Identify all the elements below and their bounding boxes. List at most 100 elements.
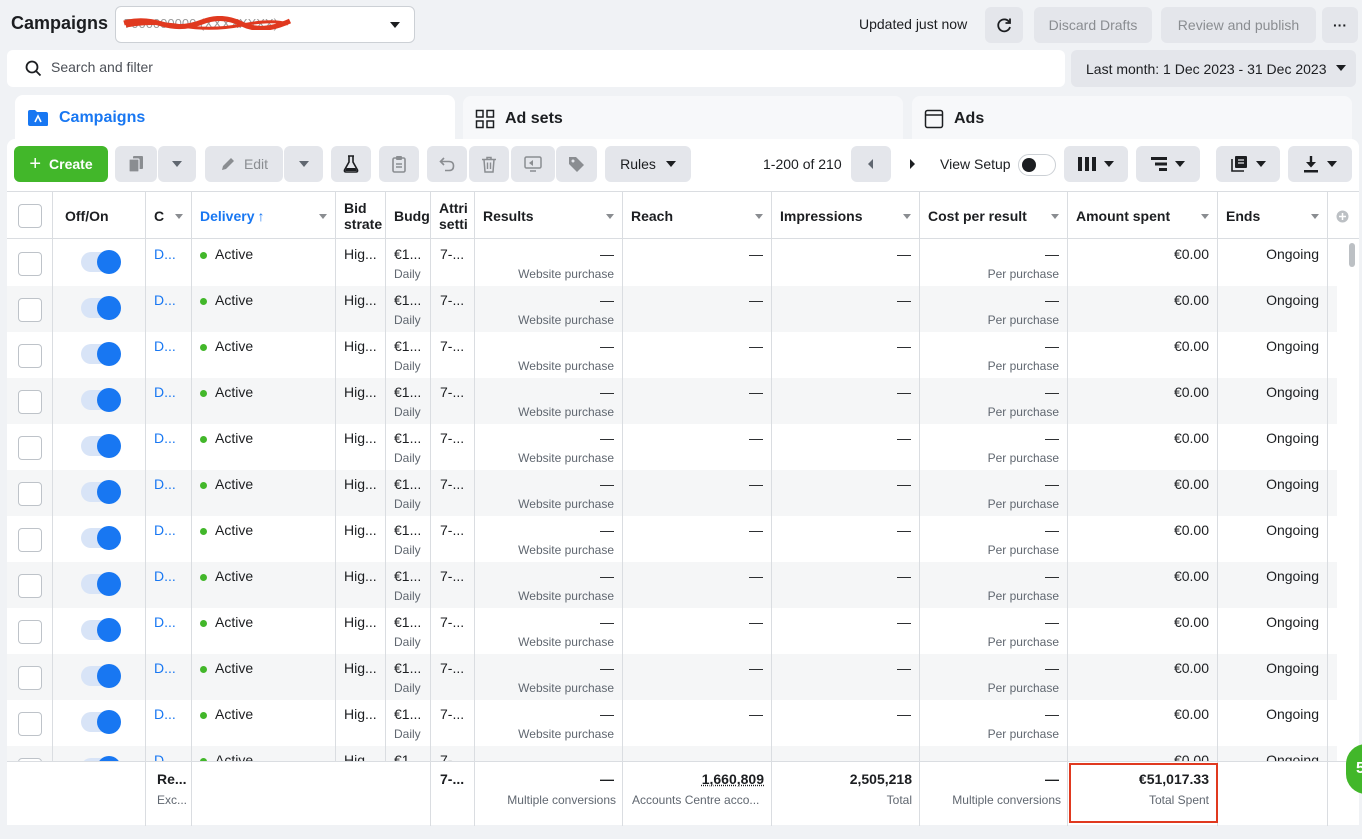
campaign-name-link[interactable]: D... xyxy=(154,338,176,354)
campaign-toggle[interactable] xyxy=(81,528,119,548)
undo-button[interactable] xyxy=(427,146,467,182)
row-checkbox[interactable] xyxy=(18,574,42,598)
campaign-name-link[interactable]: D... xyxy=(154,430,176,446)
duplicate-button[interactable] xyxy=(115,146,157,182)
table-row[interactable]: D...ActiveHig...€1...Daily7-...—Website … xyxy=(7,332,1337,378)
amount-spent-value: €0.00 xyxy=(1174,752,1209,761)
row-checkbox[interactable] xyxy=(18,298,42,322)
campaign-toggle[interactable] xyxy=(81,620,119,640)
next-page-button[interactable] xyxy=(893,146,931,182)
col-impressions[interactable]: Impressions xyxy=(772,192,920,240)
refresh-button[interactable] xyxy=(985,7,1023,43)
rules-dropdown[interactable]: Rules xyxy=(605,146,691,182)
campaign-name-link[interactable]: D... xyxy=(154,522,176,538)
create-button[interactable]: + Create xyxy=(14,146,108,182)
discard-drafts-button[interactable]: Discard Drafts xyxy=(1034,7,1152,43)
duplicate-dropdown[interactable] xyxy=(158,146,196,182)
col-delivery[interactable]: Delivery ↑ xyxy=(192,192,336,240)
campaign-toggle[interactable] xyxy=(81,574,119,594)
table-cell xyxy=(7,470,53,516)
table-row[interactable]: D...ActiveHig...€1...Daily7-...—Website … xyxy=(7,378,1337,424)
table-row[interactable]: D...ActiveHig...€1...Daily7-...—Website … xyxy=(7,746,1337,761)
duplicate-icon xyxy=(128,155,144,173)
tab-campaigns[interactable]: Campaigns xyxy=(15,95,455,140)
edit-dropdown[interactable] xyxy=(284,146,323,182)
review-publish-button[interactable]: Review and publish xyxy=(1161,7,1316,43)
table-cell: €0.00 xyxy=(1068,424,1218,470)
row-checkbox[interactable] xyxy=(18,528,42,552)
row-checkbox[interactable] xyxy=(18,252,42,276)
campaign-name-link[interactable]: D... xyxy=(154,614,176,630)
campaign-name-link[interactable]: D... xyxy=(154,476,176,492)
view-setup-toggle[interactable] xyxy=(1018,154,1056,176)
campaign-toggle[interactable] xyxy=(81,344,119,364)
clipboard-button[interactable] xyxy=(379,146,419,182)
table-row[interactable]: D...ActiveHig...€1...Daily7-...—Website … xyxy=(7,608,1337,654)
table-row[interactable]: D...ActiveHig...€1...Daily7-...—Website … xyxy=(7,286,1337,332)
campaign-toggle[interactable] xyxy=(81,666,119,686)
account-selector[interactable]: 7000000000 (XXXXXXXX) xyxy=(115,6,415,43)
tab-ads[interactable]: Ads xyxy=(912,96,1352,141)
table-row[interactable]: D...ActiveHig...€1...Daily7-...—Website … xyxy=(7,562,1337,608)
row-checkbox[interactable] xyxy=(18,620,42,644)
campaign-name-link[interactable]: D... xyxy=(154,384,176,400)
col-campaign[interactable]: C xyxy=(146,192,192,240)
preview-button[interactable] xyxy=(511,146,555,182)
more-options-button[interactable]: ··· xyxy=(1322,7,1358,43)
col-off-on[interactable]: Off/On xyxy=(53,192,146,240)
row-checkbox[interactable] xyxy=(18,436,42,460)
add-column-button[interactable] xyxy=(1328,192,1359,240)
row-checkbox[interactable] xyxy=(18,390,42,414)
col-cost-per-result[interactable]: Cost per result xyxy=(920,192,1068,240)
campaign-name-link[interactable]: D... xyxy=(154,568,176,584)
campaign-toggle[interactable] xyxy=(81,436,119,456)
tab-ad-sets[interactable]: Ad sets xyxy=(463,96,903,141)
reports-button[interactable] xyxy=(1216,146,1280,182)
table-row[interactable]: D...ActiveHig...€1...Daily7-...—Website … xyxy=(7,470,1337,516)
campaign-name-link[interactable]: D... xyxy=(154,752,176,761)
table-row[interactable]: D...ActiveHig...€1...Daily7-...—Website … xyxy=(7,654,1337,700)
edit-button[interactable]: Edit xyxy=(205,146,283,182)
campaign-toggle[interactable] xyxy=(81,252,119,272)
prev-page-button[interactable] xyxy=(851,146,891,182)
col-bid-strategy[interactable]: Bid strate xyxy=(336,192,386,240)
table-row[interactable]: D...ActiveHig...€1...Daily7-...—Website … xyxy=(7,516,1337,562)
breakdown-button[interactable] xyxy=(1136,146,1200,182)
totals-reach[interactable]: 1,660,809 xyxy=(702,771,764,787)
tag-button[interactable] xyxy=(556,146,597,182)
table-cell xyxy=(7,654,53,700)
vertical-scrollbar[interactable] xyxy=(1349,243,1355,267)
select-all-checkbox[interactable] xyxy=(18,204,42,228)
budget-value: €1... xyxy=(394,476,421,492)
columns-button[interactable] xyxy=(1064,146,1128,182)
table-row[interactable]: D...ActiveHig...€1...Daily7-...—Website … xyxy=(7,700,1337,746)
col-ends[interactable]: Ends xyxy=(1218,192,1328,240)
campaign-name-link[interactable]: D... xyxy=(154,706,176,722)
search-input[interactable] xyxy=(51,59,951,75)
campaign-name-link[interactable]: D... xyxy=(154,292,176,308)
campaign-toggle[interactable] xyxy=(81,298,119,318)
row-checkbox[interactable] xyxy=(18,712,42,736)
export-button[interactable] xyxy=(1288,146,1352,182)
table-cell: 7-... xyxy=(431,286,475,332)
campaign-toggle[interactable] xyxy=(81,390,119,410)
table-row[interactable]: D...ActiveHig...€1...Daily7-...—Website … xyxy=(7,424,1337,470)
row-checkbox[interactable] xyxy=(18,666,42,690)
amount-spent-value: €0.00 xyxy=(1174,384,1209,400)
campaign-toggle[interactable] xyxy=(81,712,119,732)
delete-button[interactable] xyxy=(469,146,509,182)
col-results[interactable]: Results xyxy=(475,192,623,240)
campaign-name-link[interactable]: D... xyxy=(154,246,176,262)
campaign-name-link[interactable]: D... xyxy=(154,660,176,676)
ab-test-button[interactable] xyxy=(331,146,371,182)
date-range-picker[interactable]: Last month: 1 Dec 2023 - 31 Dec 2023 xyxy=(1071,50,1356,87)
col-amount-spent[interactable]: Amount spent xyxy=(1068,192,1218,240)
col-attribution[interactable]: Attri setti xyxy=(431,192,475,240)
row-checkbox[interactable] xyxy=(18,482,42,506)
col-budget[interactable]: Budg xyxy=(386,192,431,240)
campaign-toggle[interactable] xyxy=(81,482,119,502)
table-row[interactable]: D...ActiveHig...€1...Daily7-...—Website … xyxy=(7,240,1337,286)
row-checkbox[interactable] xyxy=(18,344,42,368)
col-reach[interactable]: Reach xyxy=(623,192,772,240)
impressions-value: — xyxy=(897,614,911,630)
